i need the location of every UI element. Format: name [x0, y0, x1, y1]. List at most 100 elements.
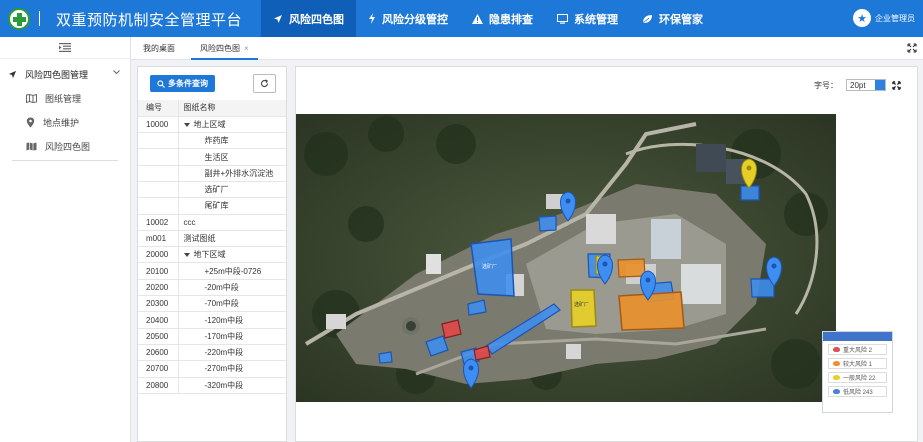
cell-name: -270m中段: [178, 360, 286, 378]
nav-risk-four-color-map[interactable]: 风险四色图: [261, 0, 356, 37]
legend-general-icon: [833, 375, 840, 380]
nav-risk-control[interactable]: 风险分级管控: [356, 0, 460, 37]
column-header-name: 图纸名称: [178, 100, 286, 117]
sidebar-item-drawings[interactable]: 图纸管理: [0, 86, 130, 110]
refresh-icon: [260, 79, 269, 87]
legend-low-icon: [833, 389, 840, 394]
map-fold-icon: [26, 93, 37, 103]
cell-code: [138, 132, 179, 150]
collapse-menu-icon: [59, 43, 71, 52]
tab-label: 风险四色图: [200, 44, 240, 53]
sidebar: 风险四色图管理 图纸管理 地点维护 风险四色图: [0, 37, 131, 442]
map-label-mill-2: 选矿厂: [574, 301, 589, 308]
cell-name-text: 生活区: [204, 152, 229, 162]
legend-header: [823, 332, 892, 341]
cell-name: 尾矿库: [178, 197, 286, 215]
multi-query-button[interactable]: 多条件查询: [150, 75, 215, 92]
table-row[interactable]: 20600 -220m中段: [138, 344, 286, 362]
table-row[interactable]: 20500 -170m中段: [138, 328, 286, 345]
risk-area-red: [441, 319, 462, 339]
font-size-label: 字号：: [814, 80, 838, 90]
nav-hazard-check[interactable]: 隐患排查: [460, 0, 545, 37]
sidebar-group-risk-map[interactable]: 风险四色图管理: [0, 62, 130, 86]
navigation-arrow-icon: [274, 14, 282, 23]
tab-close-icon[interactable]: ×: [244, 44, 249, 53]
spinner-icon: [875, 80, 885, 90]
table-row[interactable]: 20400 -120m中段: [138, 311, 286, 329]
cell-name: 地下区域: [178, 246, 286, 264]
map-icon: [26, 142, 37, 150]
table-row[interactable]: 20000 地下区域: [138, 246, 286, 264]
fullscreen-icon[interactable]: [907, 43, 917, 53]
drawing-list-panel: 多条件查询 编号 图纸名称 10000 地上区域炸药库生活区副井+外排水沉淀池 选矿…: [137, 66, 287, 442]
sidebar-item-locations[interactable]: 地点维护: [0, 110, 130, 134]
table-row[interactable]: 选矿厂: [138, 181, 286, 199]
cell-code: m001: [138, 230, 179, 248]
table-row[interactable]: 20800 -320m中段: [138, 377, 286, 394]
tab-label: 我的桌面: [143, 44, 175, 53]
cell-name: 副井+外排水沉淀池: [178, 165, 286, 182]
risk-area-blue: [538, 215, 557, 232]
cell-name: 地上区域: [178, 116, 286, 134]
caret-down-icon[interactable]: [183, 122, 190, 127]
table-row[interactable]: 副井+外排水沉淀池: [138, 165, 286, 182]
cell-code: 20700: [138, 360, 179, 378]
tab-risk-map[interactable]: 风险四色图 ×: [191, 37, 258, 60]
caret-down-icon[interactable]: [183, 253, 190, 258]
risk-area-orange: [617, 258, 646, 278]
cell-name: -170m中段: [178, 328, 286, 345]
sidebar-item-label: 风险四色图: [45, 141, 91, 152]
cell-name-text: ccc: [183, 217, 196, 227]
table-row[interactable]: 10002 ccc: [138, 214, 286, 231]
sidebar-collapse-button[interactable]: [0, 37, 130, 59]
nav-label: 隐患排查: [489, 13, 533, 26]
table-row[interactable]: 20700 -270m中段: [138, 360, 286, 378]
title-separator: [39, 11, 40, 26]
satellite-risk-map[interactable]: 选矿厂 选矿厂: [296, 114, 836, 402]
cell-code: [138, 165, 179, 182]
cell-code: [138, 181, 179, 199]
expand-icon[interactable]: [892, 80, 901, 90]
cell-name-text: 炸药库: [204, 136, 229, 146]
chevron-down-icon: [113, 70, 120, 75]
table-row[interactable]: 20200 -20m中段: [138, 279, 286, 297]
table-row[interactable]: 尾矿库: [138, 197, 286, 215]
risk-area-yellow: [570, 289, 597, 328]
table-row[interactable]: 20300 -70m中段: [138, 295, 286, 313]
cell-code: 20100: [138, 262, 179, 280]
cell-name-text: -270m中段: [204, 364, 244, 374]
sidebar-item-label: 图纸管理: [45, 93, 82, 104]
nav-eco-steward[interactable]: 环保管家: [630, 0, 715, 37]
nav-label: 环保管家: [659, 13, 703, 26]
cell-name: +25m中段-0726: [178, 262, 286, 280]
cell-name: -20m中段: [178, 279, 286, 297]
risk-legend: 重大风险 2 较大风险 1 一般风险 22 低风险 243: [822, 331, 893, 413]
top-bar: 双重预防机制安全管理平台 风险四色图 风险分级管控 隐患排查 系统管理 环保管家…: [0, 0, 923, 37]
legend-label: 一般风险 22: [843, 376, 876, 382]
nav-system-management[interactable]: 系统管理: [545, 0, 630, 37]
table-row[interactable]: 10000 地上区域: [138, 116, 286, 134]
column-header-code: 编号: [138, 100, 179, 117]
table-row[interactable]: 生活区: [138, 148, 286, 166]
legend-label: 低风险 243: [843, 390, 873, 396]
sidebar-item-risk-map[interactable]: 风险四色图: [0, 134, 130, 158]
legend-item-low: 低风险 243: [828, 386, 887, 397]
table-row[interactable]: 炸药库: [138, 132, 286, 150]
table-row[interactable]: 20100 +25m中段-0726: [138, 262, 286, 280]
cell-name-text: +25m中段-0726: [204, 266, 262, 276]
cell-code: [138, 148, 179, 166]
table-row[interactable]: m001 测试图纸: [138, 230, 286, 248]
nav-label: 系统管理: [574, 13, 618, 26]
legend-label: 重大风险 2: [843, 348, 873, 354]
drawing-table-body: 10000 地上区域炸药库生活区副井+外排水沉淀池 选矿厂 尾矿库 10002 ccc m0…: [138, 116, 286, 394]
search-icon: [157, 79, 165, 88]
refresh-button[interactable]: [253, 74, 276, 93]
cell-code: 20200: [138, 279, 179, 297]
map-label-mill: 选矿厂: [482, 263, 497, 270]
user-menu[interactable]: ★ 企业管理员: [853, 9, 915, 27]
cell-name-text: -170m中段: [204, 331, 244, 341]
font-size-select[interactable]: 20pt: [846, 79, 886, 91]
app-title: 双重预防机制安全管理平台: [56, 12, 243, 29]
tab-my-desktop[interactable]: 我的桌面: [143, 37, 175, 60]
user-name: 企业管理员: [875, 13, 915, 23]
